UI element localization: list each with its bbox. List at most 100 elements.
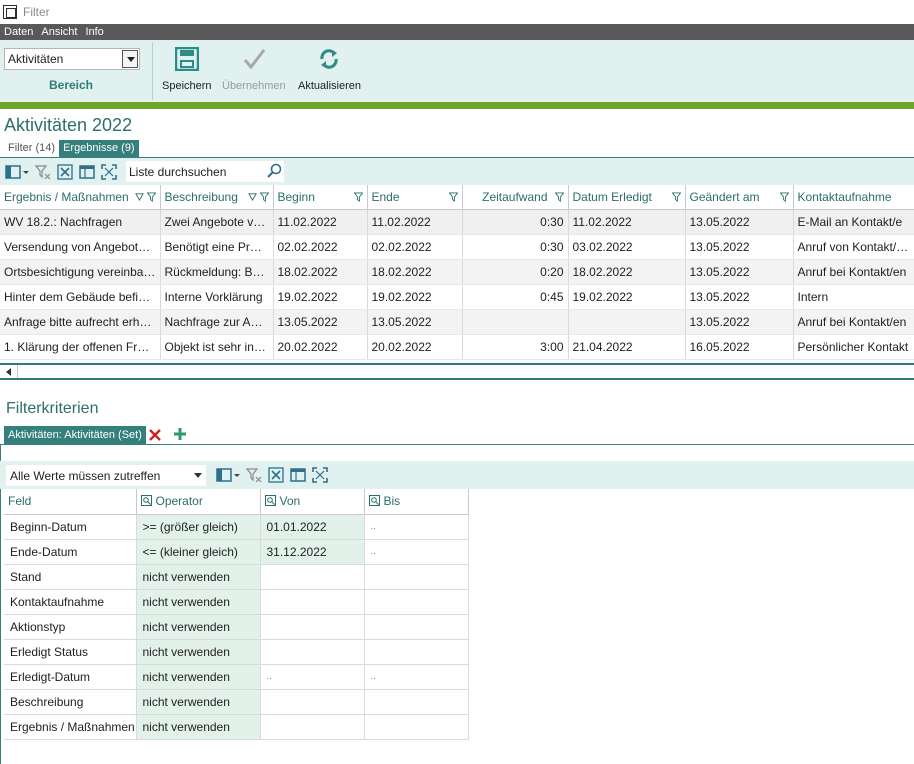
criteria-bis[interactable]: .. xyxy=(364,664,469,690)
chevron-down-icon[interactable] xyxy=(194,473,202,478)
criteria-operator[interactable]: >= (größer gleich) xyxy=(136,514,261,540)
table-cell: 0:30 xyxy=(462,234,569,260)
menu-daten[interactable]: Daten xyxy=(0,24,37,40)
scroll-left-icon[interactable] xyxy=(0,365,18,378)
column-header-ende[interactable]: Ende xyxy=(367,185,463,210)
filter-set-tab[interactable]: Aktivitäten: Aktivitäten (Set) xyxy=(4,426,164,444)
criteria-von[interactable] xyxy=(260,614,365,640)
criteria-bis[interactable] xyxy=(364,639,469,665)
table-row[interactable]: WV 18.2.: Nachfragen Zwei Angebote ve...… xyxy=(0,209,914,235)
column-header-beschreibung[interactable]: Beschreibung xyxy=(160,185,274,210)
column-header-feld[interactable]: Feld xyxy=(4,489,137,515)
table-row[interactable]: Versendung von Angeboten... Benötigt ein… xyxy=(0,234,914,260)
column-header-zeitaufwand[interactable]: Zeitaufwand xyxy=(462,185,569,210)
search-icon[interactable] xyxy=(266,163,282,179)
chevron-down-icon[interactable] xyxy=(232,467,242,483)
column-header-kontaktaufnahme[interactable]: Kontaktaufnahme xyxy=(793,185,914,210)
filter-icon[interactable] xyxy=(146,192,156,202)
column-header-geaendert-am[interactable]: Geändert am xyxy=(685,185,794,210)
filter-icon[interactable] xyxy=(554,192,564,202)
bereich-select[interactable]: Aktivitäten xyxy=(4,48,140,70)
criteria-bis[interactable] xyxy=(364,689,469,715)
criteria-von[interactable]: 31.12.2022 xyxy=(260,539,365,565)
criteria-operator[interactable]: nicht verwenden xyxy=(136,564,261,590)
criteria-operator[interactable]: nicht verwenden xyxy=(136,589,261,615)
criteria-row[interactable]: Stand nicht verwenden xyxy=(4,564,469,590)
save-icon xyxy=(174,46,200,72)
criteria-von[interactable] xyxy=(260,639,365,665)
sort-icon[interactable] xyxy=(247,192,257,201)
criteria-row[interactable]: Beginn-Datum >= (größer gleich) 01.01.20… xyxy=(4,514,469,540)
criteria-operator[interactable]: nicht verwenden xyxy=(136,714,261,740)
filter-icon[interactable] xyxy=(671,192,681,202)
clear-filter-icon[interactable] xyxy=(246,467,262,483)
criteria-operator[interactable]: nicht verwenden xyxy=(136,689,261,715)
criteria-operator[interactable]: <= (kleiner gleich) xyxy=(136,539,261,565)
criteria-bis[interactable] xyxy=(364,614,469,640)
match-mode-select[interactable]: Alle Werte müssen zutreffen xyxy=(6,465,206,486)
chevron-down-icon[interactable] xyxy=(21,164,31,180)
criteria-operator[interactable]: nicht verwenden xyxy=(136,664,261,690)
filter-icon[interactable] xyxy=(779,192,789,202)
columns-icon[interactable] xyxy=(5,164,21,180)
criteria-bis[interactable] xyxy=(364,564,469,590)
criteria-row[interactable]: Erledigt Status nicht verwenden xyxy=(4,639,469,665)
criteria-bis[interactable]: .. xyxy=(364,539,469,565)
checkmark-icon xyxy=(241,46,267,72)
criteria-row[interactable]: Erledigt-Datum nicht verwenden .. .. xyxy=(4,664,469,690)
table-row[interactable]: Ortsbesichtigung vereinbart... Rückmeldu… xyxy=(0,259,914,285)
table-cell: 0:20 xyxy=(462,259,569,285)
column-header-operator[interactable]: Operator xyxy=(136,489,261,515)
criteria-von[interactable] xyxy=(260,689,365,715)
fit-columns-icon[interactable] xyxy=(101,164,117,180)
search-input[interactable]: Liste durchsuchen xyxy=(126,161,284,182)
criteria-von[interactable]: .. xyxy=(260,664,365,690)
filter-icon[interactable] xyxy=(448,192,458,202)
column-header-ergebnis[interactable]: Ergebnis / Maßnahmen xyxy=(0,185,161,210)
menu-info[interactable]: Info xyxy=(81,24,107,40)
criteria-von[interactable] xyxy=(260,589,365,615)
criteria-row[interactable]: Aktionstyp nicht verwenden xyxy=(4,614,469,640)
excel-export-icon[interactable] xyxy=(57,164,73,180)
table-row[interactable]: Hinter dem Gebäude befind... Interne Vor… xyxy=(0,284,914,310)
add-icon[interactable] xyxy=(173,427,187,441)
clear-filter-icon[interactable] xyxy=(35,164,51,180)
save-button[interactable]: Speichern xyxy=(162,46,212,92)
filter-icon[interactable] xyxy=(259,192,269,202)
horizontal-scrollbar[interactable] xyxy=(0,363,914,380)
sort-icon[interactable] xyxy=(134,192,144,201)
criteria-operator[interactable]: nicht verwenden xyxy=(136,614,261,640)
filter-icon[interactable] xyxy=(353,192,363,202)
close-icon[interactable] xyxy=(145,426,164,444)
criteria-bis[interactable]: .. xyxy=(364,514,469,540)
menu-ansicht[interactable]: Ansicht xyxy=(37,24,81,40)
criteria-von[interactable] xyxy=(260,714,365,740)
fit-columns-icon[interactable] xyxy=(312,467,328,483)
filter-criteria-table: Feld Operator Von Bis Beginn-Datum >= (g… xyxy=(4,489,469,740)
tab-results[interactable]: Ergebnisse (9) xyxy=(59,140,139,157)
apply-button[interactable]: Übernehmen xyxy=(222,46,286,92)
criteria-row[interactable]: Ergebnis / Maßnahmen nicht verwenden xyxy=(4,714,469,740)
table-row[interactable]: 1. Klärung der offenen Frag... Objekt is… xyxy=(0,334,914,360)
columns-icon[interactable] xyxy=(216,467,232,483)
criteria-row[interactable]: Beschreibung nicht verwenden xyxy=(4,689,469,715)
window-icon[interactable] xyxy=(290,467,306,483)
column-header-datum-erledigt[interactable]: Datum Erledigt xyxy=(568,185,686,210)
column-header-bis[interactable]: Bis xyxy=(364,489,469,515)
column-header-von[interactable]: Von xyxy=(260,489,365,515)
criteria-von[interactable] xyxy=(260,564,365,590)
window-icon[interactable] xyxy=(79,164,95,180)
criteria-operator[interactable]: nicht verwenden xyxy=(136,639,261,665)
excel-export-icon[interactable] xyxy=(268,467,284,483)
criteria-bis[interactable] xyxy=(364,589,469,615)
criteria-row[interactable]: Kontaktaufnahme nicht verwenden xyxy=(4,589,469,615)
table-row[interactable]: Anfrage bitte aufrecht erhalt... Nachfra… xyxy=(0,309,914,335)
criteria-von[interactable]: 01.01.2022 xyxy=(260,514,365,540)
column-header-beginn[interactable]: Beginn xyxy=(273,185,368,210)
criteria-bis[interactable] xyxy=(364,714,469,740)
table-cell: 19.02.2022 xyxy=(568,284,686,310)
chevron-down-icon[interactable] xyxy=(122,50,138,68)
criteria-row[interactable]: Ende-Datum <= (kleiner gleich) 31.12.202… xyxy=(4,539,469,565)
tab-filter[interactable]: Filter (14) xyxy=(4,140,59,157)
refresh-button[interactable]: Aktualisieren xyxy=(298,46,361,92)
